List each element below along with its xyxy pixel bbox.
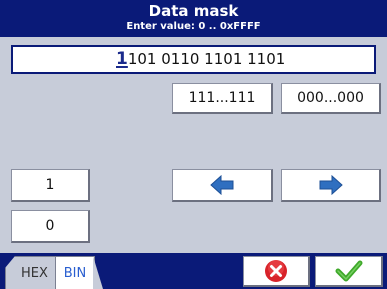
ok-icon	[335, 260, 362, 282]
binary-value-field[interactable]: 1101 0110 1101 1101	[11, 45, 376, 74]
digit-one-button[interactable]: 1	[11, 169, 90, 202]
arrow-left-icon	[210, 175, 234, 195]
tab-bin[interactable]: BIN	[55, 256, 95, 289]
cursor-digit: 1	[116, 49, 128, 69]
ok-button[interactable]	[315, 256, 383, 287]
dialog-title: Data mask	[148, 2, 239, 20]
dialog-header: Data mask Enter value: 0 .. 0xFFFF	[0, 0, 387, 37]
cancel-button[interactable]	[243, 256, 310, 287]
set-all-ones-button[interactable]: 111...111	[172, 83, 273, 114]
set-all-zeros-button[interactable]: 000...000	[281, 83, 381, 114]
digit-zero-button[interactable]: 0	[11, 210, 90, 243]
data-mask-dialog: Data mask Enter value: 0 .. 0xFFFF 1101 …	[0, 0, 387, 289]
tab-hex[interactable]: HEX	[5, 256, 57, 289]
cursor-left-button[interactable]	[172, 169, 273, 202]
value-remaining-digits: 101 0110 1101 1101	[127, 50, 286, 68]
arrow-right-icon	[319, 175, 343, 195]
dialog-subtitle: Enter value: 0 .. 0xFFFF	[126, 21, 261, 32]
cursor-right-button[interactable]	[281, 169, 381, 202]
cancel-icon	[265, 260, 287, 282]
